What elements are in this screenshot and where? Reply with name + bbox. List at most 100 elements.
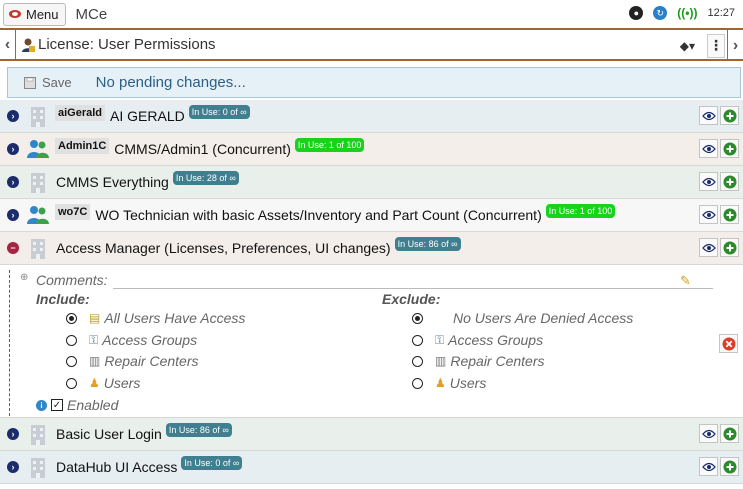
license-name: CMMS Everything	[56, 174, 169, 190]
row-actions	[699, 238, 739, 257]
license-row[interactable]: › wo7C WO Technician with basic Assets/I…	[0, 199, 743, 232]
collapse-icon[interactable]: −	[7, 242, 19, 254]
exclude-repair-centers-option[interactable]: ▥ Repair Centers	[412, 353, 545, 369]
forward-arrow-icon[interactable]: ›	[727, 30, 743, 61]
pending-status: No pending changes...	[95, 74, 246, 91]
option-label: Access Groups	[102, 332, 198, 348]
add-plus-icon[interactable]	[720, 424, 739, 443]
radio-selected[interactable]	[66, 312, 77, 324]
view-eye-icon[interactable]	[699, 139, 718, 158]
license-row[interactable]: › aiGerald AI GERALD In Use: 0 of ∞	[0, 100, 743, 133]
user-account-icon[interactable]: ●	[629, 6, 644, 20]
expand-icon[interactable]: ›	[7, 428, 19, 440]
include-repair-centers-option[interactable]: ▥ Repair Centers	[66, 353, 199, 369]
view-eye-icon[interactable]	[699, 106, 718, 125]
factory-icon: ▥	[435, 354, 447, 368]
save-button[interactable]: Save	[18, 72, 78, 93]
add-plus-icon[interactable]	[720, 238, 739, 257]
radio-unselected[interactable]	[66, 355, 77, 367]
users-group-icon	[25, 203, 51, 227]
comments-expand-icon[interactable]: ⊕	[20, 272, 28, 283]
radio-unselected[interactable]	[412, 377, 423, 389]
include-access-groups-option[interactable]: ⚿ Access Groups	[66, 332, 197, 348]
page-title: License: User Permissions	[38, 36, 216, 53]
back-arrow-icon[interactable]: ‹	[0, 29, 16, 60]
usage-badge: In Use: 1 of 100	[294, 138, 365, 152]
checklist-icon: ▤	[89, 311, 101, 325]
include-label: Include:	[36, 291, 90, 307]
license-row[interactable]: › Admin1C CMMS/Admin1 (Concurrent) In Us…	[0, 133, 743, 166]
sync-icon[interactable]: ↻	[653, 6, 668, 20]
radio-unselected[interactable]	[412, 355, 423, 367]
row-actions	[699, 457, 739, 476]
info-icon[interactable]: i	[36, 399, 47, 411]
add-plus-icon[interactable]	[720, 457, 739, 476]
page-title-bar: ‹ License: User Permissions ◆▾ ⋮ ›	[0, 29, 743, 61]
radio-selected[interactable]	[412, 312, 423, 324]
building-icon	[25, 455, 51, 479]
status-area: ● ↻ ((•)) 12:27	[629, 6, 735, 20]
view-eye-icon[interactable]	[699, 172, 718, 191]
license-name: Basic User Login	[56, 426, 162, 442]
menu-button[interactable]: Menu	[3, 2, 66, 26]
exclude-users-option[interactable]: ♟ Users	[412, 375, 486, 391]
access-group-icon: ⚿	[89, 332, 99, 347]
radio-unselected[interactable]	[412, 334, 423, 346]
license-detail-panel: ⊕ Comments: ✎ Include: Exclude: ▤ All Us…	[0, 268, 743, 418]
tree-guide-line	[9, 270, 10, 416]
expand-icon[interactable]: ›	[7, 209, 19, 221]
edit-pencil-icon[interactable]: ✎	[680, 273, 691, 289]
expand-icon[interactable]: ›	[7, 461, 19, 473]
user-icon: ♟	[435, 376, 446, 390]
license-name: DataHub UI Access	[56, 459, 178, 475]
building-icon	[25, 236, 51, 260]
option-label: Users	[103, 375, 141, 391]
row-actions	[699, 205, 739, 224]
exclude-label: Exclude:	[382, 291, 441, 307]
save-label: Save	[42, 75, 72, 90]
more-options-icon[interactable]: ⋮	[707, 33, 725, 58]
view-eye-icon[interactable]	[699, 238, 718, 257]
exclude-access-groups-option[interactable]: ⚿ Access Groups	[412, 332, 543, 348]
radio-unselected[interactable]	[66, 377, 77, 389]
add-plus-icon[interactable]	[720, 139, 739, 158]
add-plus-icon[interactable]	[720, 106, 739, 125]
add-plus-icon[interactable]	[720, 205, 739, 224]
usage-badge: In Use: 28 of ∞	[172, 171, 239, 185]
view-eye-icon[interactable]	[699, 205, 718, 224]
radio-unselected[interactable]	[66, 334, 77, 346]
factory-icon: ▥	[89, 354, 101, 368]
view-eye-icon[interactable]	[699, 424, 718, 443]
expand-icon[interactable]: ›	[7, 143, 19, 155]
option-label: Repair Centers	[104, 353, 199, 369]
license-row[interactable]: › DataHub UI Access In Use: 0 of ∞	[0, 451, 743, 484]
row-actions	[699, 106, 739, 125]
comments-field[interactable]	[113, 288, 713, 289]
building-icon	[25, 104, 51, 128]
view-eye-icon[interactable]	[699, 457, 718, 476]
app-logo-icon	[9, 10, 21, 18]
expand-icon[interactable]: ›	[7, 176, 19, 188]
row-actions	[699, 172, 739, 191]
user-permission-icon	[22, 38, 35, 52]
exclude-no-users-option[interactable]: No Users Are Denied Access	[412, 310, 633, 326]
include-users-option[interactable]: ♟ Users	[66, 375, 140, 391]
license-row[interactable]: › CMMS Everything In Use: 28 of ∞	[0, 166, 743, 199]
remove-x-icon[interactable]	[719, 334, 738, 353]
license-row[interactable]: › Basic User Login In Use: 86 of ∞	[0, 418, 743, 451]
usage-badge: In Use: 86 of ∞	[165, 423, 232, 437]
license-name: AI GERALD	[110, 108, 185, 124]
checkbox-checked-icon[interactable]: ✓	[51, 399, 63, 411]
enabled-checkbox[interactable]: i ✓ Enabled	[36, 397, 118, 413]
usage-badge: In Use: 86 of ∞	[394, 237, 461, 251]
expand-icon[interactable]: ›	[7, 110, 19, 122]
license-row-expanded[interactable]: − Access Manager (Licenses, Preferences,…	[0, 232, 743, 265]
option-label: Access Groups	[448, 332, 544, 348]
add-plus-icon[interactable]	[720, 172, 739, 191]
usage-badge: In Use: 0 of ∞	[181, 456, 243, 470]
sort-toggle-icon[interactable]: ◆▾	[680, 39, 695, 53]
include-all-users-option[interactable]: ▤ All Users Have Access	[66, 310, 245, 326]
save-disk-icon	[24, 76, 36, 89]
option-label: No Users Are Denied Access	[453, 310, 634, 326]
wifi-signal-icon: ((•))	[677, 6, 698, 20]
